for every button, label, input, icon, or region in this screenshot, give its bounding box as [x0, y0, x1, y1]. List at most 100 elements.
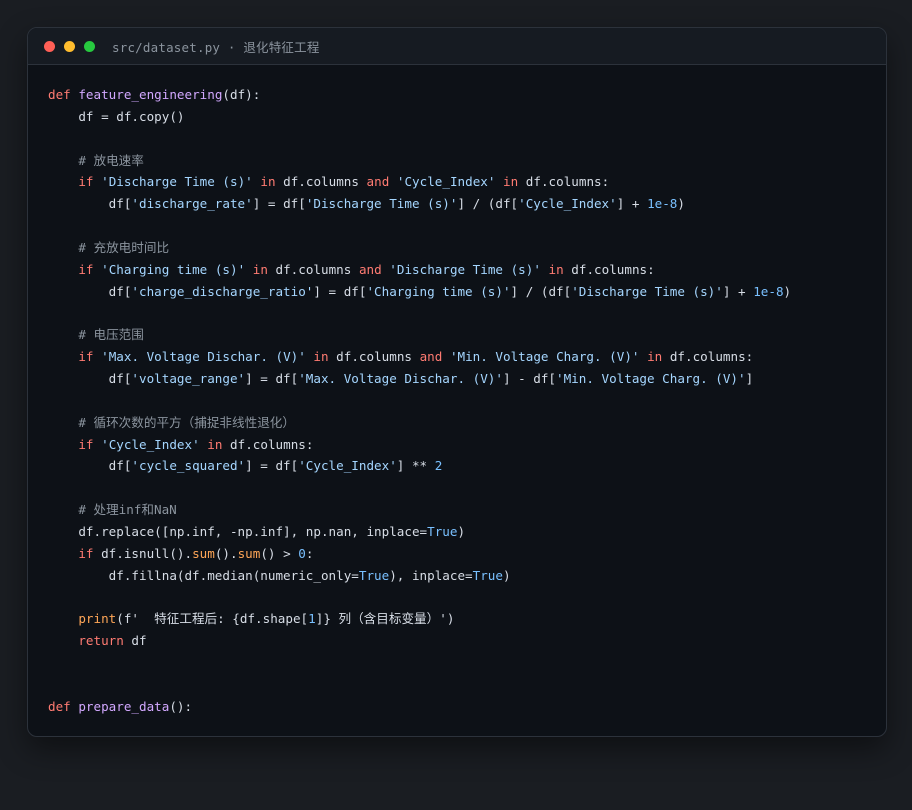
code-line: df.fillna(df.median(numeric_only=True), … — [48, 565, 791, 587]
string-token: 'Charging time (s)' — [101, 261, 246, 277]
keyword-token: and — [419, 349, 443, 365]
code-line: def feature_engineering(df): — [48, 84, 791, 106]
code-text-token: ] + — [722, 283, 754, 299]
keyword-token: return — [78, 633, 124, 649]
code-text-token: ]} 列（含目标变量）') — [315, 611, 455, 627]
comment-token: # 电压范围 — [48, 327, 144, 343]
code-editor[interactable]: def feature_engineering(df): df = df.cop… — [48, 84, 791, 717]
function-name-token: prepare_data — [78, 698, 170, 714]
keyword-token: if — [78, 261, 94, 277]
code-line: df['charge_discharge_ratio'] = df['Charg… — [48, 281, 791, 303]
code-text-token: ] = df[ — [245, 370, 299, 386]
window-title: src/dataset.py · 退化特征工程 — [112, 39, 320, 55]
builtin-token: print — [78, 611, 117, 627]
keyword-token: in — [647, 349, 663, 365]
string-token: 'Discharge Time (s)' — [305, 196, 458, 212]
code-line: def prepare_data(): — [48, 696, 791, 718]
code-text-token: df[ — [48, 370, 132, 386]
code-text-token: ) — [783, 283, 792, 299]
code-text-token: df[ — [48, 283, 132, 299]
code-text-token: () > — [260, 545, 299, 561]
string-token: 'Max. Voltage Dischar. (V)' — [101, 349, 306, 365]
builtin-token: sum — [237, 545, 261, 561]
code-line: df['cycle_squared'] = df['Cycle_Index'] … — [48, 455, 791, 477]
number-token: True — [427, 523, 458, 539]
code-text-token: (f' 特征工程后: {df.shape[ — [116, 611, 309, 627]
string-token: 'Discharge Time (s)' — [571, 283, 723, 299]
code-text-token: df.isnull(). — [93, 545, 193, 561]
string-token: 'Charging time (s)' — [366, 283, 511, 299]
number-token: 0 — [298, 545, 306, 561]
code-text-token: (df): — [222, 87, 261, 102]
code-text-token: ] - df[ — [502, 370, 557, 386]
code-text-token: ), inplace= — [389, 567, 473, 583]
code-text-token: df — [123, 633, 147, 649]
string-token: 'Discharge Time (s)' — [389, 261, 541, 277]
comment-token: # 处理inf和NaN — [48, 502, 177, 518]
code-text-token: df.fillna(df.median(numeric_only= — [48, 567, 359, 583]
code-text-token: (): — [169, 698, 193, 714]
code-line: df['discharge_rate'] = df['Discharge Tim… — [48, 193, 791, 215]
code-line: if 'Max. Voltage Dischar. (V)' in df.col… — [48, 346, 791, 368]
code-line: # 处理inf和NaN — [48, 499, 791, 521]
close-window-button[interactable] — [44, 40, 55, 52]
code-text-token: ] / (df[ — [457, 196, 519, 212]
keyword-token: and — [358, 261, 382, 277]
string-token: 'Cycle_Index' — [518, 196, 617, 212]
keyword-token: def — [48, 87, 71, 102]
keyword-token: in — [313, 349, 329, 365]
comment-token: # 充放电时间比 — [48, 239, 170, 255]
keyword-token: def — [48, 698, 71, 714]
string-token: 'discharge_rate' — [131, 196, 253, 212]
code-line: # 放电速率 — [48, 150, 791, 172]
string-token: 'Max. Voltage Dischar. (V)' — [298, 370, 503, 386]
code-text-token: ] = df[ — [245, 458, 299, 474]
code-text-token: ) — [677, 196, 685, 212]
number-token: 2 — [434, 458, 443, 474]
code-line: # 循环次数的平方（捕捉非线性退化） — [48, 412, 791, 434]
string-token: 'cycle_squared' — [131, 458, 246, 474]
code-text-token: ] / (df[ — [510, 283, 572, 299]
code-text-token: df[ — [48, 196, 132, 212]
number-token: True — [472, 567, 503, 583]
string-token: 'Min. Voltage Charg. (V)' — [556, 370, 746, 386]
number-token: True — [358, 567, 390, 583]
code-text-token: df.columns: — [563, 261, 655, 277]
keyword-token: in — [503, 174, 519, 190]
keyword-token: and — [366, 174, 390, 190]
code-line: df = df.copy() — [48, 106, 791, 128]
keyword-token: if — [78, 545, 94, 561]
string-token: 'Cycle_Index' — [396, 174, 496, 190]
number-token: 1 — [308, 611, 316, 627]
window-titlebar: src/dataset.py · 退化特征工程 — [28, 28, 886, 65]
maximize-window-button[interactable] — [84, 40, 95, 52]
minimize-window-button[interactable] — [64, 40, 75, 52]
code-line: if df.isnull().sum().sum() > 0: — [48, 543, 791, 565]
keyword-token: in — [207, 436, 223, 452]
keyword-token: in — [548, 261, 564, 277]
code-text-token: ) — [502, 567, 511, 583]
keyword-token: if — [78, 174, 94, 190]
code-text-token: df.columns — [328, 349, 420, 365]
string-token: 'Min. Voltage Charg. (V)' — [449, 349, 640, 365]
keyword-token: in — [260, 174, 276, 190]
string-token: 'Cycle_Index' — [298, 458, 397, 474]
